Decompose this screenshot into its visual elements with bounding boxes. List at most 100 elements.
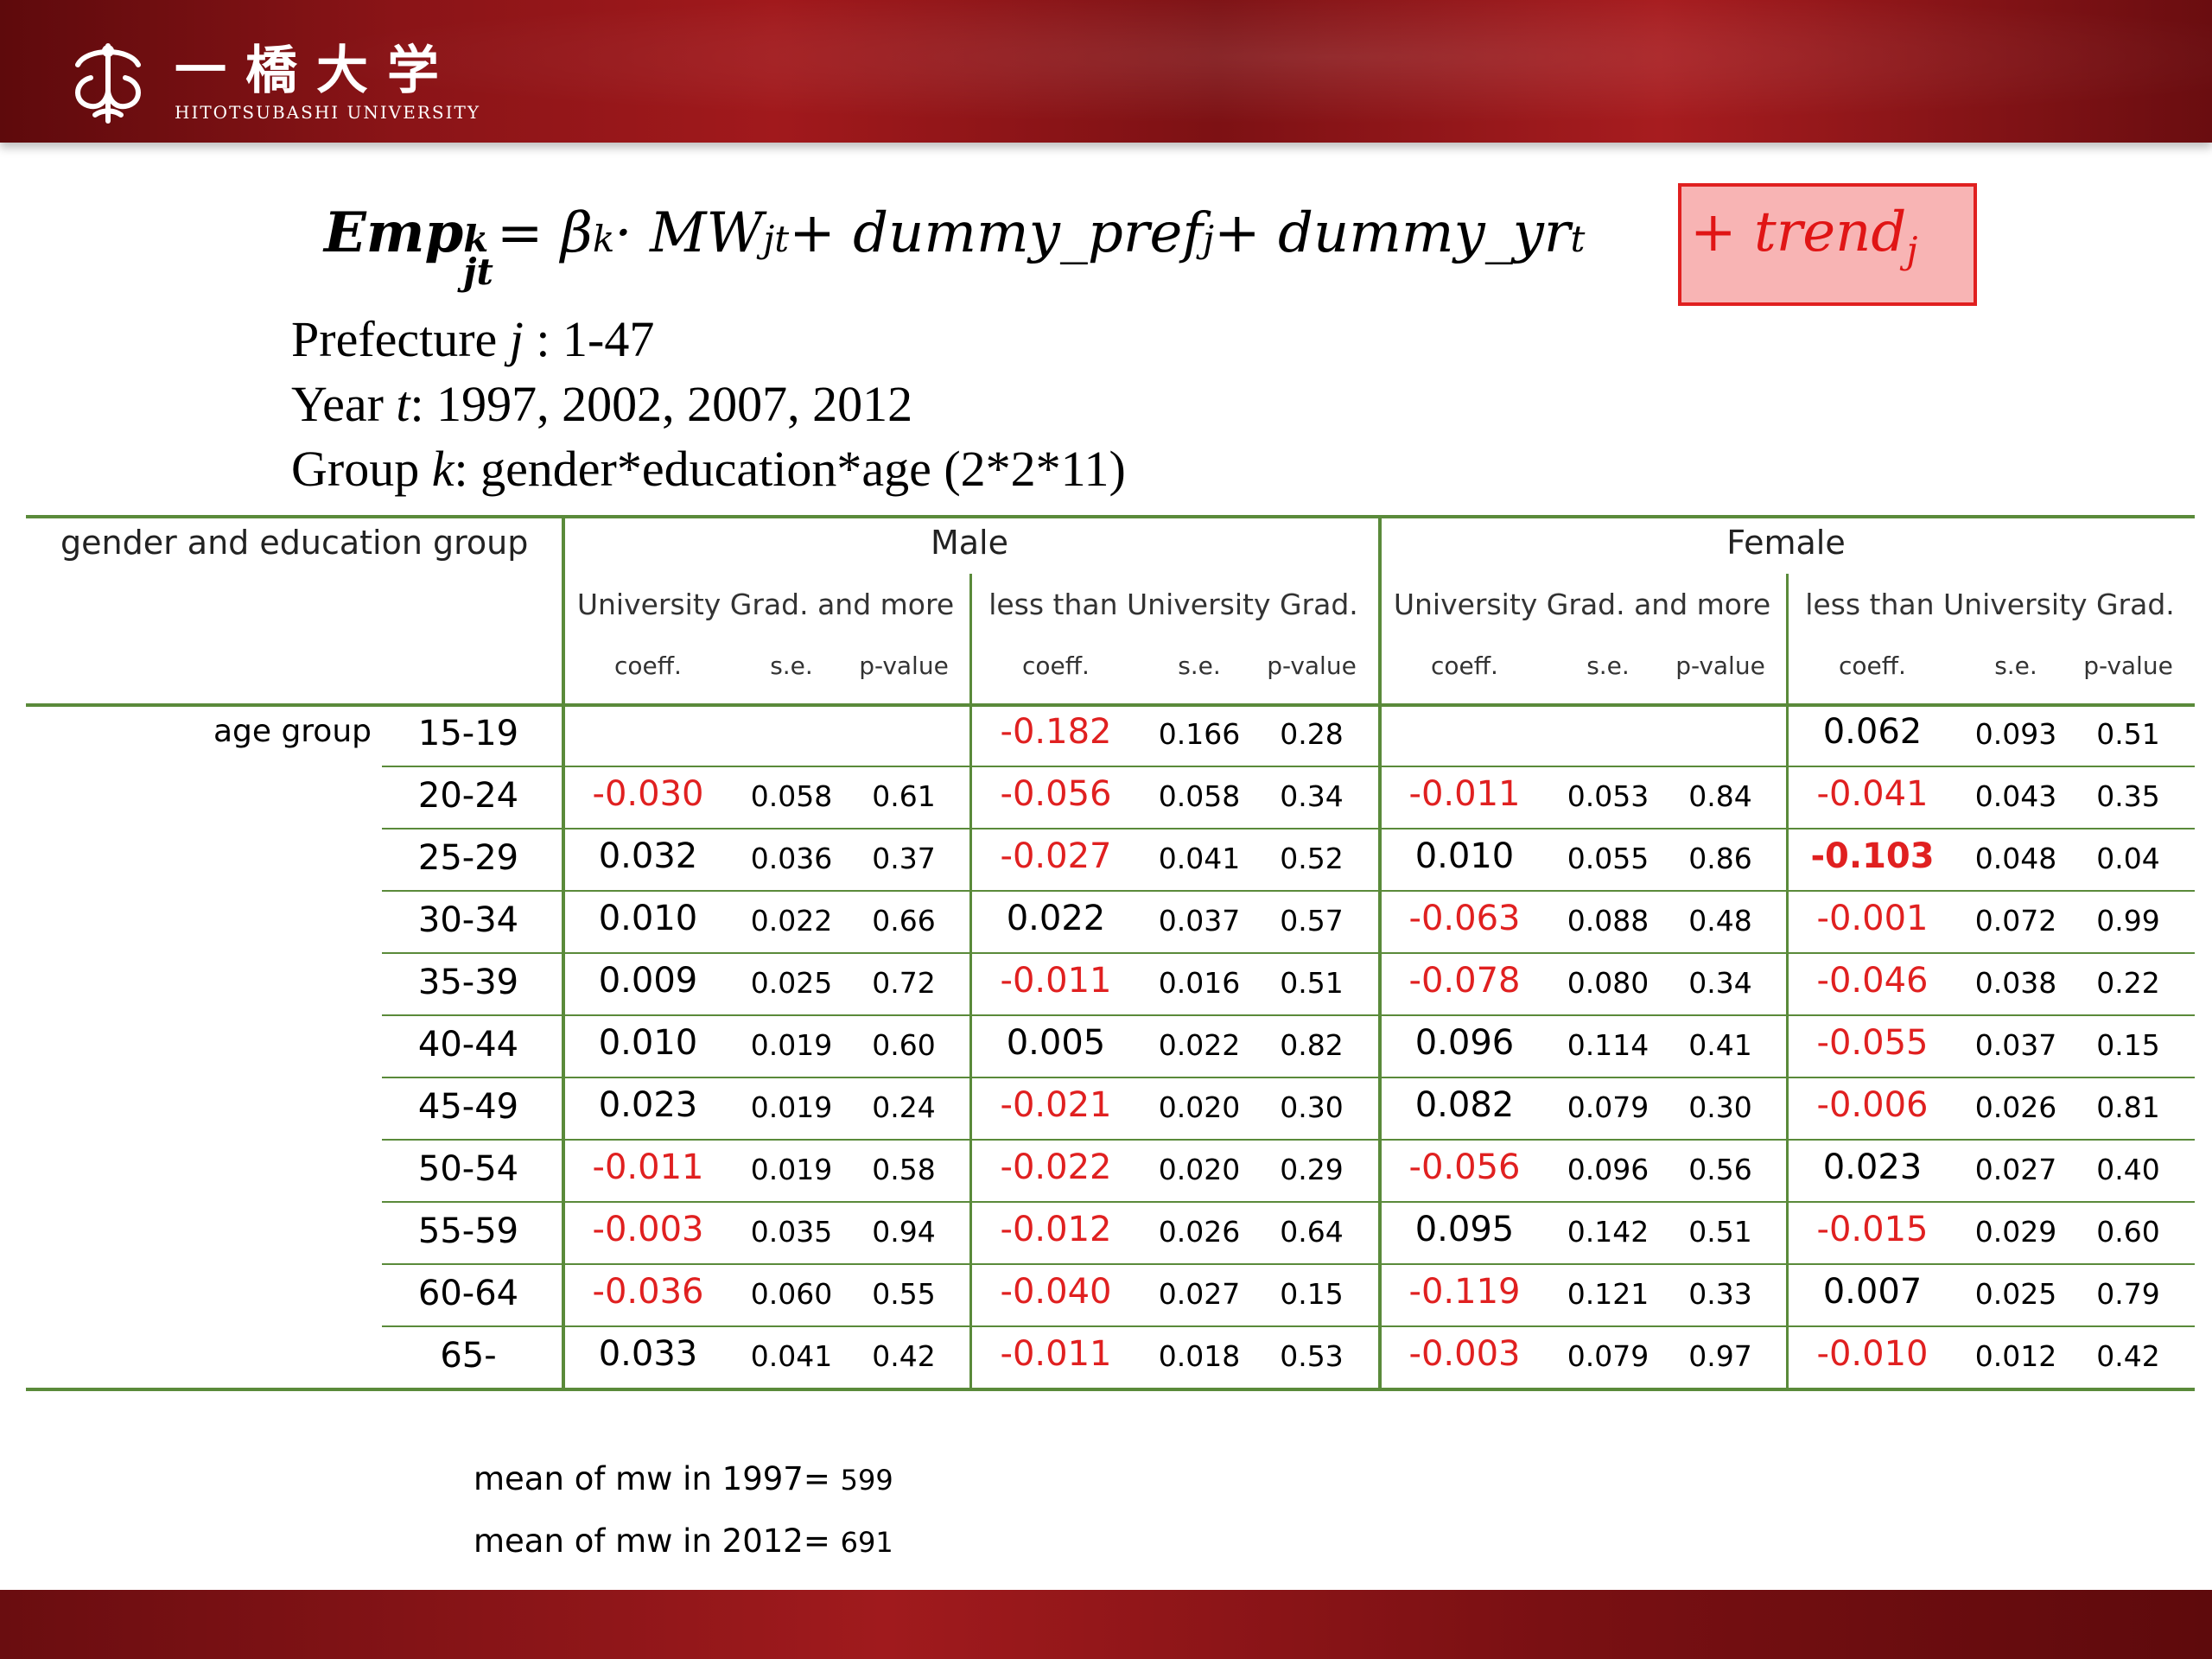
coeff-cell: -0.056 [1408,1147,1521,1187]
se-cell: 0.096 [1567,1153,1649,1186]
se-cell: 0.035 [750,1215,833,1249]
education-header: University Grad. and more [1393,588,1771,621]
se-cell: 0.088 [1567,904,1649,938]
coeff-cell: -0.021 [1000,1085,1112,1125]
coeff-cell: -0.078 [1408,961,1521,1001]
pvalue-cell: 0.15 [2096,1028,2160,1062]
se-cell: 0.037 [1158,904,1241,938]
se-cell: 0.037 [1974,1028,2057,1062]
se-cell: 0.019 [750,1090,833,1124]
se-cell: 0.018 [1158,1339,1241,1373]
hermes-emblem-icon [75,43,141,124]
stat-header: coeff. [614,652,682,680]
pvalue-cell: 0.58 [872,1153,936,1186]
se-cell: 0.079 [1567,1090,1649,1124]
se-cell: 0.012 [1974,1339,2057,1373]
se-cell: 0.022 [1158,1028,1241,1062]
pvalue-cell: 0.57 [1280,904,1344,938]
se-cell: 0.025 [1974,1277,2057,1311]
se-cell: 0.114 [1567,1028,1649,1062]
coeff-cell: 0.095 [1414,1210,1515,1249]
pvalue-cell: 0.52 [1280,842,1344,875]
coeff-cell: 0.005 [1006,1023,1106,1063]
eq-yr-sub: t [1570,218,1586,260]
gender-header-female: Female [1726,524,1846,562]
se-cell: 0.020 [1158,1153,1241,1186]
logo-english-text: HITOTSUBASHI UNIVERSITY [175,102,481,123]
age-cell: 30-34 [417,900,519,940]
stat-header: p-value [1267,652,1357,680]
age-cell: 65- [440,1336,497,1376]
group-divider [562,515,565,1388]
coeff-cell: 0.023 [598,1085,698,1125]
eq-lhs: Emp [324,200,464,265]
age-cell: 25-29 [417,838,519,878]
coeff-cell: -0.036 [592,1272,704,1312]
eq-beta-sup: k [592,218,615,260]
se-cell: 0.060 [750,1277,833,1311]
se-cell: 0.026 [1158,1215,1241,1249]
coeff-cell: -0.003 [1408,1334,1521,1374]
stat-header: p-value [859,652,949,680]
pvalue-cell: 0.82 [1280,1028,1344,1062]
coeff-cell: -0.001 [1816,899,1929,938]
corner-label: gender and education group [60,524,529,562]
row-separator [382,1201,2195,1203]
coeff-cell: 0.032 [598,836,698,876]
coeff-cell: -0.015 [1816,1210,1929,1249]
group-line: Group k: gender*education*age (2*2*11) [291,441,1126,497]
coeff-cell: -0.011 [1000,961,1112,1001]
age-cell: 55-59 [417,1211,519,1251]
year-line: Year t: 1997, 2002, 2007, 2012 [291,376,913,432]
coeff-cell: -0.006 [1816,1085,1929,1125]
se-cell: 0.019 [750,1153,833,1186]
regression-equation: Emp k jt = βk · MW jt + dummy_pref j + dummy… [324,200,1585,296]
row-separator [382,1325,2195,1327]
results-table: gender and education group Male Female Univ… [26,515,2195,1393]
se-cell: 0.029 [1974,1215,2057,1249]
coeff-cell: 0.033 [598,1334,698,1374]
pvalue-cell: 0.99 [2096,904,2160,938]
row-separator [382,766,2195,767]
se-cell: 0.043 [1974,779,2057,813]
pvalue-cell: 0.24 [872,1090,936,1124]
coeff-cell: -0.056 [1000,774,1112,814]
eq-beta: = β [496,201,593,265]
eq-yr: + dummy_yr [1214,201,1571,265]
coeff-cell: 0.010 [598,899,698,938]
pvalue-cell: 0.33 [1688,1277,1752,1311]
pvalue-cell: 0.86 [1688,842,1752,875]
row-separator [382,828,2195,830]
stat-header: p-value [2083,652,2173,680]
eq-pref: + dummy_pref [789,201,1203,265]
pvalue-cell: 0.22 [2096,966,2160,1000]
se-cell: 0.048 [1974,842,2057,875]
coeff-cell: -0.103 [1810,836,1935,876]
table-top-rule [26,515,2195,518]
se-cell: 0.027 [1974,1153,2057,1186]
coeff-cell: 0.062 [1822,712,1923,752]
university-logo: 一橋大学 HITOTSUBASHI UNIVERSITY [60,35,480,130]
eq-trend-label: + trend [1690,200,1907,264]
se-cell: 0.142 [1567,1215,1649,1249]
gender-divider [1378,515,1382,1388]
pvalue-cell: 0.66 [872,904,936,938]
age-cell: 60-64 [417,1274,519,1313]
se-cell: 0.025 [750,966,833,1000]
age-cell: 45-49 [417,1087,519,1127]
coeff-cell: -0.003 [592,1210,704,1249]
eq-lhs-sub: jt [463,251,493,293]
education-header: less than University Grad. [1805,588,2175,621]
coeff-cell: -0.010 [1816,1334,1929,1374]
table-bottom-rule [26,1388,2195,1391]
age-cell: 35-39 [417,963,519,1002]
age-cell: 20-24 [417,776,519,816]
pvalue-cell: 0.51 [2096,717,2160,751]
pvalue-cell: 0.79 [2096,1277,2160,1311]
eq-trend: + trendj [1690,200,1917,271]
header-bottom-rule [26,703,2195,707]
coeff-cell: -0.040 [1000,1272,1112,1312]
se-cell: 0.093 [1974,717,2057,751]
pvalue-cell: 0.37 [872,842,936,875]
row-separator [382,952,2195,954]
